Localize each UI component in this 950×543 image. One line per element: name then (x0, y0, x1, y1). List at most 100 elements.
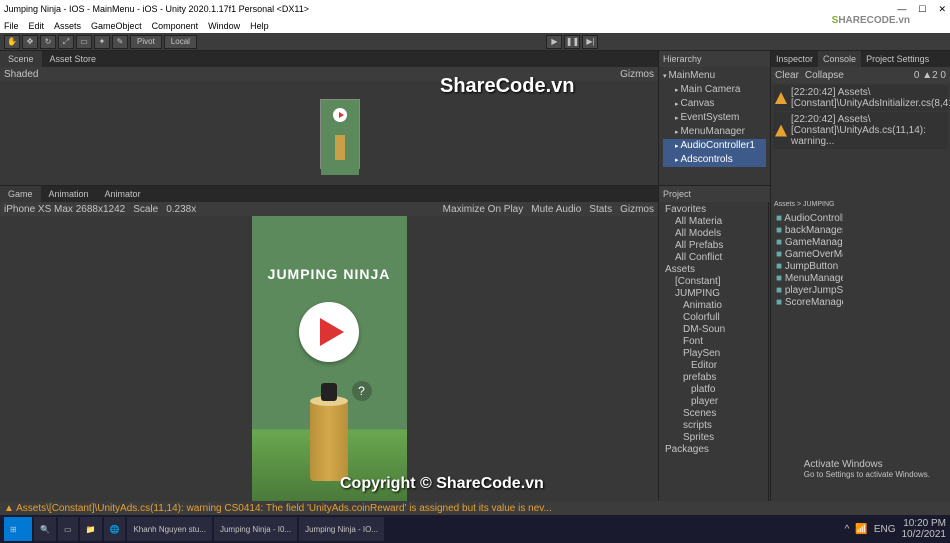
start-button[interactable]: ⊞ (4, 517, 32, 541)
folder-item[interactable]: Scenes (661, 408, 766, 420)
fav-item[interactable]: All Materia (661, 216, 766, 228)
custom-tool-icon[interactable]: ✎ (112, 35, 128, 49)
tab-project-settings[interactable]: Project Settings (861, 51, 934, 67)
tab-console[interactable]: Console (818, 51, 861, 67)
minimize-button[interactable]: — (897, 4, 906, 15)
file-item[interactable]: GameManager (772, 237, 843, 249)
favorites-folder[interactable]: Favorites (661, 204, 766, 216)
folder-item[interactable]: scripts (661, 420, 766, 432)
menu-edit[interactable]: Edit (29, 21, 45, 31)
folder-item[interactable]: platfo (661, 384, 766, 396)
scale-value[interactable]: 0.238x (166, 204, 196, 215)
file-item[interactable]: ScoreManager (772, 297, 843, 309)
packages-folder[interactable]: Packages (661, 444, 766, 456)
folder-item[interactable]: Colorfull (661, 312, 766, 324)
transform-tool-icon[interactable]: ✦ (94, 35, 110, 49)
clear-button[interactable]: Clear (775, 70, 799, 81)
tab-inspector[interactable]: Inspector (771, 51, 818, 67)
scale-tool-icon[interactable]: ⤢ (58, 35, 74, 49)
tab-animator[interactable]: Animator (97, 186, 149, 202)
task-view-icon[interactable]: ▭ (58, 517, 78, 541)
game-view[interactable]: JUMPING NINJA ? (0, 216, 658, 501)
rect-tool-icon[interactable]: ▭ (76, 35, 92, 49)
mute-audio[interactable]: Mute Audio (531, 204, 581, 215)
explorer-icon[interactable]: 📁 (80, 517, 102, 541)
file-item[interactable]: playerJumpScr (772, 285, 843, 297)
status-warning[interactable]: ▲ Assets\[Constant]\UnityAds.cs(11,14): … (4, 503, 552, 514)
search-icon[interactable]: 🔍 (34, 517, 56, 541)
file-item[interactable]: backManager (772, 225, 843, 237)
folder-item[interactable]: Font (661, 336, 766, 348)
tray-wifi-icon[interactable]: 📶 (855, 524, 867, 535)
folder-item[interactable]: Editor (661, 360, 766, 372)
device-dropdown[interactable]: iPhone XS Max 2688x1242 (4, 204, 125, 215)
gizmos-game-toggle[interactable]: Gizmos (620, 204, 654, 215)
hierarchy-item-selected[interactable]: Adscontrols (663, 153, 766, 167)
menu-gameobject[interactable]: GameObject (91, 21, 142, 31)
folder-item[interactable]: [Constant] (661, 276, 766, 288)
taskbar-app[interactable]: Jumping Ninja - I0... (214, 517, 297, 541)
folder-item[interactable]: prefabs (661, 372, 766, 384)
file-item[interactable]: AudioController (772, 213, 843, 225)
pause-button-icon[interactable]: ❚❚ (564, 35, 580, 49)
file-item[interactable]: MenuManager (772, 273, 843, 285)
menu-file[interactable]: File (4, 21, 19, 31)
collapse-button[interactable]: Collapse (805, 70, 844, 81)
tray-date[interactable]: 10/2/2021 (902, 529, 947, 540)
taskbar-app[interactable]: Jumping Ninja - IO... (299, 517, 384, 541)
help-button[interactable]: ? (352, 381, 372, 401)
tab-animation[interactable]: Animation (41, 186, 97, 202)
hierarchy-item[interactable]: EventSystem (663, 111, 766, 125)
folder-item[interactable]: player (661, 396, 766, 408)
fav-item[interactable]: All Prefabs (661, 240, 766, 252)
scene-view[interactable] (0, 81, 658, 185)
folder-item[interactable]: Animatio (661, 300, 766, 312)
folder-item[interactable]: JUMPING (661, 288, 766, 300)
rotate-tool-icon[interactable]: ↻ (40, 35, 56, 49)
step-button-icon[interactable]: ▶| (582, 35, 598, 49)
tray-chevron-icon[interactable]: ^ (845, 524, 850, 535)
scene-game-preview[interactable] (320, 99, 360, 169)
fav-item[interactable]: All Conflict (661, 252, 766, 264)
tab-scene[interactable]: Scene (0, 51, 42, 67)
play-big-icon[interactable] (299, 302, 359, 362)
hand-tool-icon[interactable]: ✋ (4, 35, 20, 49)
maximize-button[interactable]: ☐ (918, 4, 926, 15)
edge-icon[interactable]: 🌐 (104, 517, 126, 541)
play-button-icon[interactable]: ▶ (546, 35, 562, 49)
tray-lang[interactable]: ENG (874, 524, 896, 535)
move-tool-icon[interactable]: ✥ (22, 35, 38, 49)
menu-window[interactable]: Window (208, 21, 240, 31)
taskbar-app[interactable]: Khanh Nguyen stu... (127, 517, 212, 541)
console-warning[interactable]: [22:20:42] Assets\[Constant]\UnityAds.cs… (773, 112, 948, 149)
assets-folder[interactable]: Assets (661, 264, 766, 276)
console-warning[interactable]: [22:20:42] Assets\[Constant]\UnityAdsIni… (773, 85, 948, 111)
folder-item[interactable]: Sprites (661, 432, 766, 444)
file-item[interactable]: GameOverMan (772, 249, 843, 261)
hierarchy-item-selected[interactable]: AudioController1 (663, 139, 766, 153)
breadcrumb[interactable]: Assets > JUMPING (772, 197, 843, 213)
hierarchy-scene[interactable]: MainMenu (663, 69, 766, 83)
shaded-dropdown[interactable]: Shaded (4, 69, 38, 80)
folder-item[interactable]: DM-Soun (661, 324, 766, 336)
hierarchy-item[interactable]: Main Camera (663, 83, 766, 97)
maximize-on-play[interactable]: Maximize On Play (443, 204, 524, 215)
tab-game[interactable]: Game (0, 186, 41, 202)
local-toggle[interactable]: Local (164, 35, 197, 49)
tab-assetstore[interactable]: Asset Store (42, 51, 105, 67)
hierarchy-item[interactable]: MenuManager (663, 125, 766, 139)
gizmos-toggle[interactable]: Gizmos (620, 69, 654, 80)
hierarchy-item[interactable]: Canvas (663, 97, 766, 111)
tray-time[interactable]: 10:20 PM (902, 518, 947, 529)
pivot-toggle[interactable]: Pivot (130, 35, 162, 49)
menu-component[interactable]: Component (152, 21, 199, 31)
hierarchy-header[interactable]: Hierarchy (659, 51, 770, 67)
fav-item[interactable]: All Models (661, 228, 766, 240)
file-item[interactable]: JumpButton (772, 261, 843, 273)
menu-assets[interactable]: Assets (54, 21, 81, 31)
message-counts[interactable]: 0 ▲2 0 (914, 70, 946, 81)
menu-help[interactable]: Help (250, 21, 269, 31)
project-header[interactable]: Project (659, 186, 770, 202)
folder-item[interactable]: PlaySen (661, 348, 766, 360)
system-tray[interactable]: ^ 📶 ENG 10:20 PM 10/2/2021 (845, 518, 946, 540)
